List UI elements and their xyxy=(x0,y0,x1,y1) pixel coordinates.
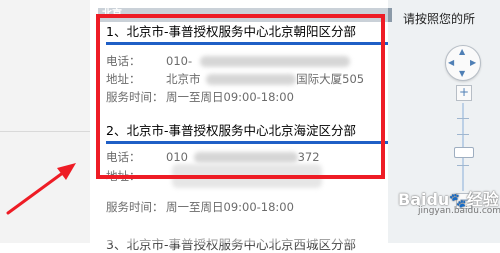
office-hours: 服务时间： 周一至周日09:00-18:00 xyxy=(106,200,294,214)
watermark-url: jingyan.baidu.com xyxy=(418,206,500,216)
pan-left-icon[interactable]: ◀ xyxy=(448,59,454,67)
zoom-tick xyxy=(457,118,469,119)
map-hint-text: 请按照您的所 xyxy=(403,12,476,26)
pan-down-icon[interactable]: ▼ xyxy=(459,70,465,78)
zoom-in-button[interactable]: + xyxy=(456,85,472,101)
zoom-slider-handle[interactable] xyxy=(454,147,474,158)
pan-right-icon[interactable]: ▶ xyxy=(470,59,476,67)
zoom-tick xyxy=(457,134,469,135)
zoom-tick xyxy=(457,165,469,166)
highlight-annotation-box xyxy=(96,14,385,179)
pan-up-icon[interactable]: ▲ xyxy=(459,48,465,56)
map-pan-control[interactable]: ▲ ▼ ◀ ▶ xyxy=(445,45,481,81)
annotation-arrow-icon xyxy=(6,163,76,215)
